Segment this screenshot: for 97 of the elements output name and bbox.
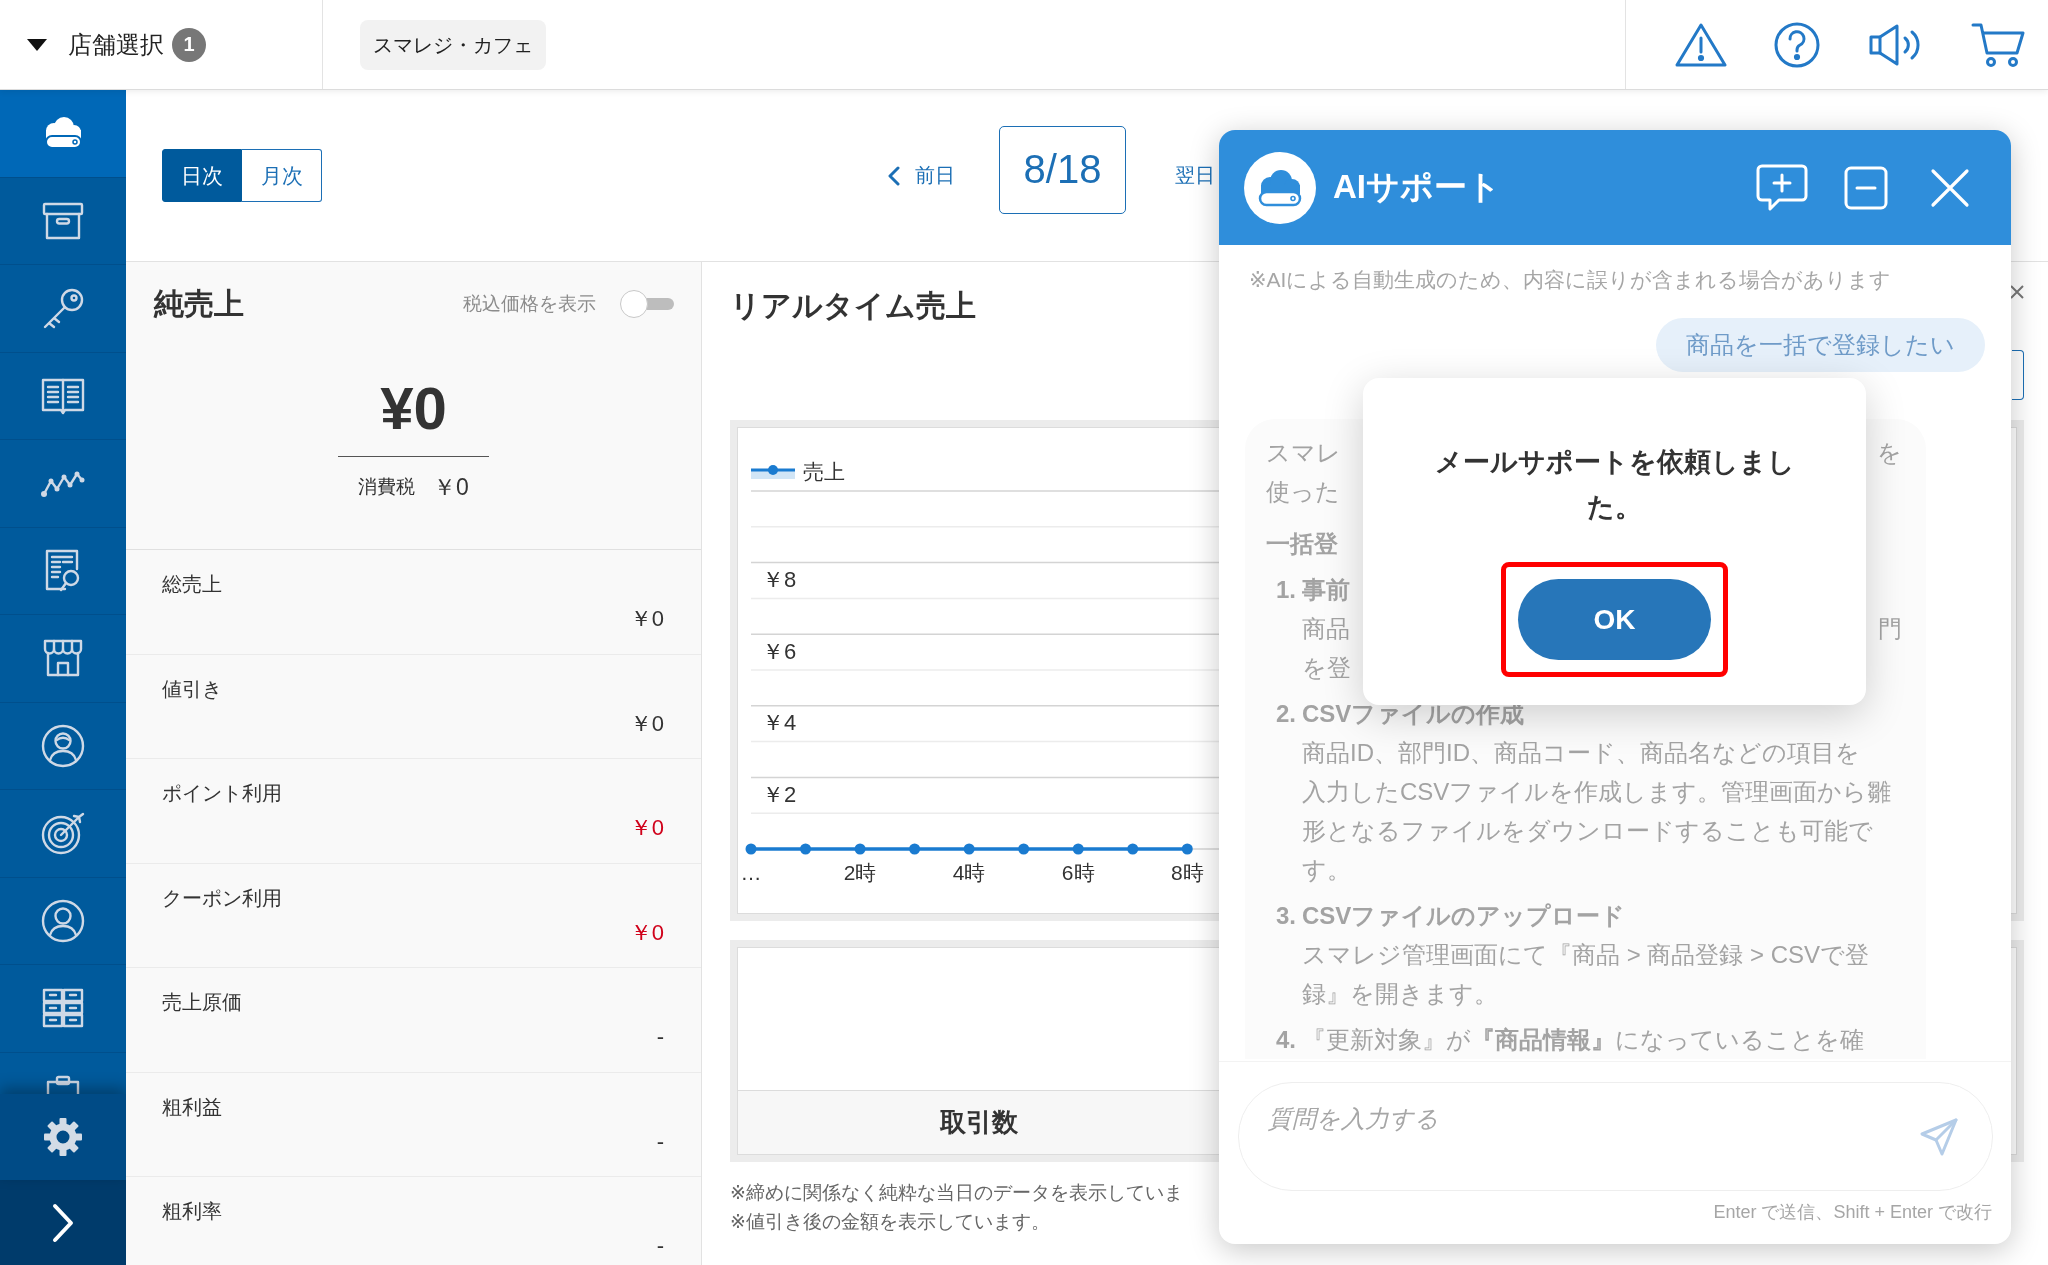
x-axis-label: 6時	[1061, 860, 1095, 884]
data-point	[1018, 843, 1030, 855]
metric-value: ￥0	[629, 814, 664, 842]
user-message-bubble: 商品を一括で登録したい	[1656, 318, 1985, 372]
panel-title: AIサポート	[1333, 167, 1501, 207]
step-text: を登	[1302, 653, 1351, 683]
list-number: 4.	[1275, 1025, 1297, 1055]
data-point	[800, 843, 812, 855]
ok-button[interactable]: OK	[1518, 579, 1711, 660]
data-point	[1127, 843, 1139, 855]
metric-value: -	[656, 1232, 664, 1260]
step-text: 門	[1878, 614, 1902, 644]
grid-icon	[42, 988, 84, 1029]
caret-down-icon	[27, 38, 47, 51]
step-title: CSVファイルのアップロード	[1302, 901, 1626, 931]
cloud-logo-icon	[1244, 151, 1316, 224]
list-number: 3.	[1275, 901, 1297, 931]
metric-value: ￥0	[629, 605, 664, 633]
metric-label: 売上原価	[162, 990, 242, 1015]
store-name-tag: スマレジ・カフェ	[360, 19, 546, 70]
data-point	[745, 843, 757, 855]
next-day-button[interactable]: 翌日	[1175, 162, 1215, 189]
data-point	[963, 843, 975, 855]
data-point	[1181, 843, 1193, 855]
data-point	[909, 843, 921, 855]
metric-value: -	[656, 1023, 664, 1051]
legend-line-icon	[751, 465, 795, 479]
step-text: 『更新対象』が『商品情報』になっていることを確	[1302, 1025, 1864, 1055]
footnote: ※締めに関係なく純粋な当日のデータを表示していま	[730, 1181, 1183, 1205]
settings-icon	[43, 1117, 83, 1157]
reply-heading: 一括登	[1266, 529, 1338, 559]
metric-label: 粗利率	[162, 1199, 222, 1224]
reply-text: を	[1877, 438, 1902, 468]
footnote: ※値引き後の金額を表示しています。	[730, 1210, 1050, 1234]
metric-value: ￥0	[629, 918, 664, 947]
step-title: 事前	[1302, 575, 1350, 605]
keyboard-hint: Enter で送信、Shift + Enter で改行	[1713, 1201, 1993, 1224]
metric-label: 総売上	[162, 572, 222, 597]
tax-label: 消費税	[358, 475, 416, 499]
warning-icon[interactable]	[1675, 21, 1727, 68]
x-axis-label: 8時	[1170, 860, 1204, 884]
date-picker-button[interactable]: 8/18	[999, 125, 1126, 214]
clipboard-icon	[45, 1075, 81, 1094]
chat-plus-icon[interactable]	[1756, 162, 1808, 213]
book-icon	[41, 376, 85, 415]
transactions-label: 取引数	[738, 1090, 1220, 1154]
store-select-button[interactable]: 店舗選択 1	[27, 27, 206, 62]
step-text: 商品	[1302, 614, 1350, 644]
metric-label: ポイント利用	[162, 781, 282, 806]
count-badge: 1	[172, 27, 206, 62]
toggle-label: 税込価格を表示	[463, 292, 596, 316]
tax-toggle-switch[interactable]	[620, 290, 674, 318]
net-sales-amount: ¥0	[338, 374, 489, 457]
y-axis-label: ￥4	[762, 710, 797, 736]
field-edge	[2012, 350, 2024, 400]
chevron-right-icon	[52, 1202, 74, 1243]
settings-button[interactable]	[0, 1094, 126, 1180]
panel-title: リアルタイム売上	[730, 288, 976, 324]
person-circle-icon	[41, 723, 85, 768]
key-icon	[41, 287, 85, 330]
metric-label: 粗利益	[162, 1094, 222, 1120]
panel-title: 純売上	[154, 286, 244, 322]
disclaimer-text: ※AIによる自動生成のため、内容に誤りが含まれる場合があります	[1249, 268, 1892, 292]
storefront-icon	[42, 638, 84, 679]
archive-box-icon	[42, 201, 84, 240]
metric-label: クーポン利用	[162, 885, 282, 911]
period-tab[interactable]: 日次	[162, 149, 242, 202]
x-axis-label: …	[740, 860, 762, 884]
previous-day-button[interactable]: 前日	[888, 162, 955, 189]
y-axis-label: ￥6	[762, 638, 797, 664]
sidebar-item[interactable]	[0, 90, 126, 178]
period-tab[interactable]: 月次	[242, 149, 322, 202]
reply-text: 使った	[1266, 477, 1340, 507]
data-point	[1072, 843, 1084, 855]
x-axis-label: 4時	[952, 860, 986, 884]
y-axis-label: ￥2	[762, 781, 797, 807]
legend-label: 売上	[803, 460, 845, 484]
question-input[interactable]: 質問を入力する	[1238, 1082, 1993, 1191]
minimize-icon[interactable]	[1844, 165, 1888, 210]
reply-text: スマレ	[1266, 438, 1341, 468]
close-icon[interactable]	[2010, 285, 2024, 299]
tax-amount: ￥0	[433, 474, 469, 500]
dialog-message: メールサポートを依頼しました。	[1433, 446, 1796, 524]
metric-value: -	[656, 1127, 664, 1156]
metric-value: ￥0	[629, 709, 664, 738]
step-text: スマレジ管理画面にて『商品 > 商品登録 > CSVで登 録』を開きます。	[1302, 940, 1870, 1009]
list-number: 2.	[1275, 699, 1297, 729]
help-icon[interactable]	[1773, 20, 1821, 69]
chevron-left-icon	[888, 165, 900, 186]
person-circle-icon	[41, 898, 85, 943]
target-icon	[41, 811, 85, 856]
y-axis-label: ￥8	[762, 567, 797, 593]
step-text: 商品ID、部門ID、商品コード、商品名などの項目を 入力したCSVファイルを作成します。管理画面から雛 形となるファイルをダウンロードすることも可能で す。	[1302, 738, 1892, 885]
list-number: 1.	[1275, 575, 1297, 605]
metric-label: 値引き	[162, 676, 222, 702]
x-axis-label: 2時	[843, 860, 877, 884]
data-point	[854, 843, 866, 855]
